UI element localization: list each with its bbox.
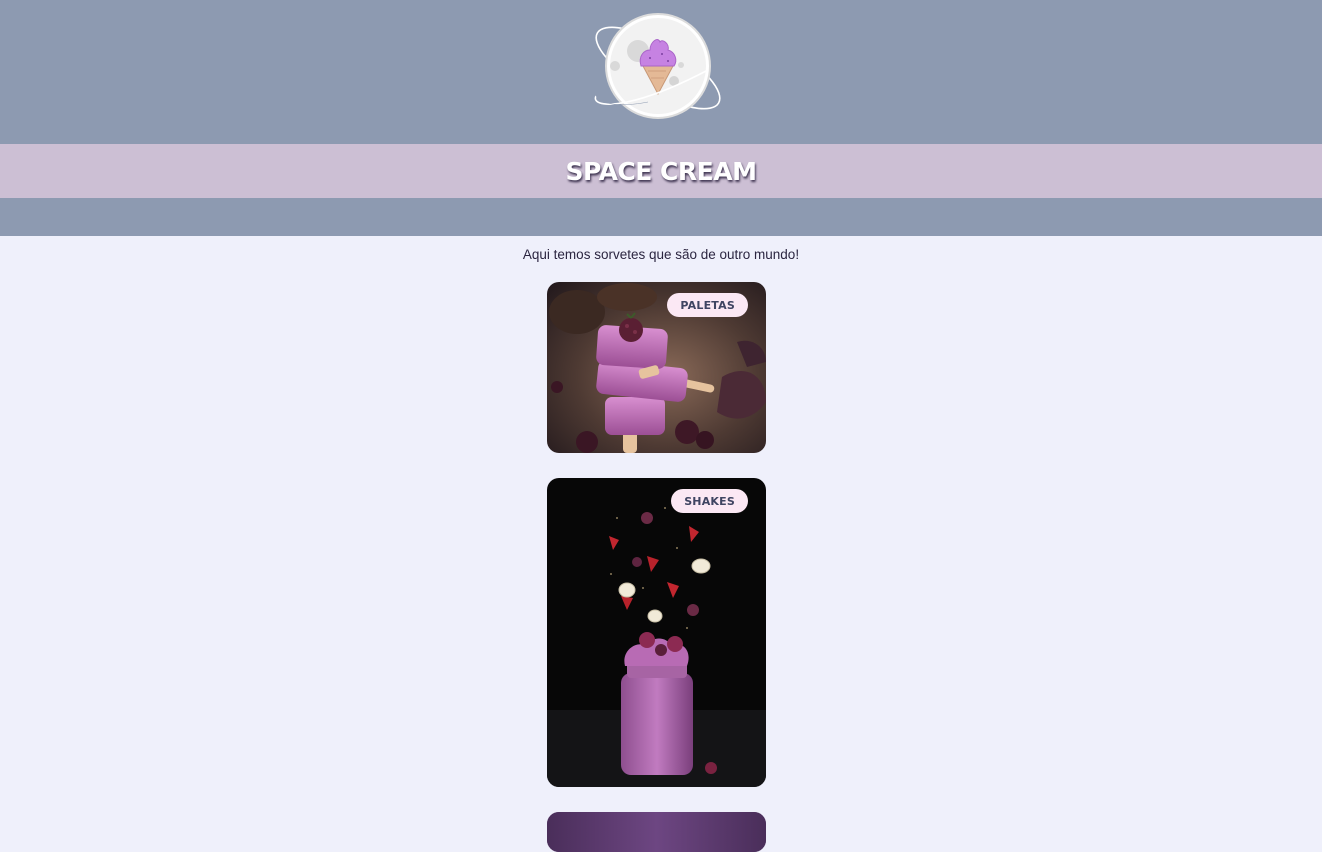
category-card-partial[interactable] xyxy=(547,812,766,852)
site-title[interactable]: SPACE CREAM xyxy=(566,157,757,186)
milkshake-jar-photo xyxy=(547,478,766,787)
title-bar: SPACE CREAM xyxy=(0,144,1322,198)
ice-cream-planet-icon[interactable] xyxy=(588,8,728,123)
partial-photo xyxy=(547,812,766,852)
category-card-paletas[interactable]: PALETAS xyxy=(547,282,766,453)
category-badge[interactable]: PALETAS xyxy=(667,293,748,317)
category-badge[interactable]: SHAKES xyxy=(671,489,748,513)
tagline: Aqui temos sorvetes que são de outro mun… xyxy=(522,247,800,262)
category-card-shakes[interactable]: SHAKES xyxy=(547,478,766,787)
header-bottom-band xyxy=(0,198,1322,236)
